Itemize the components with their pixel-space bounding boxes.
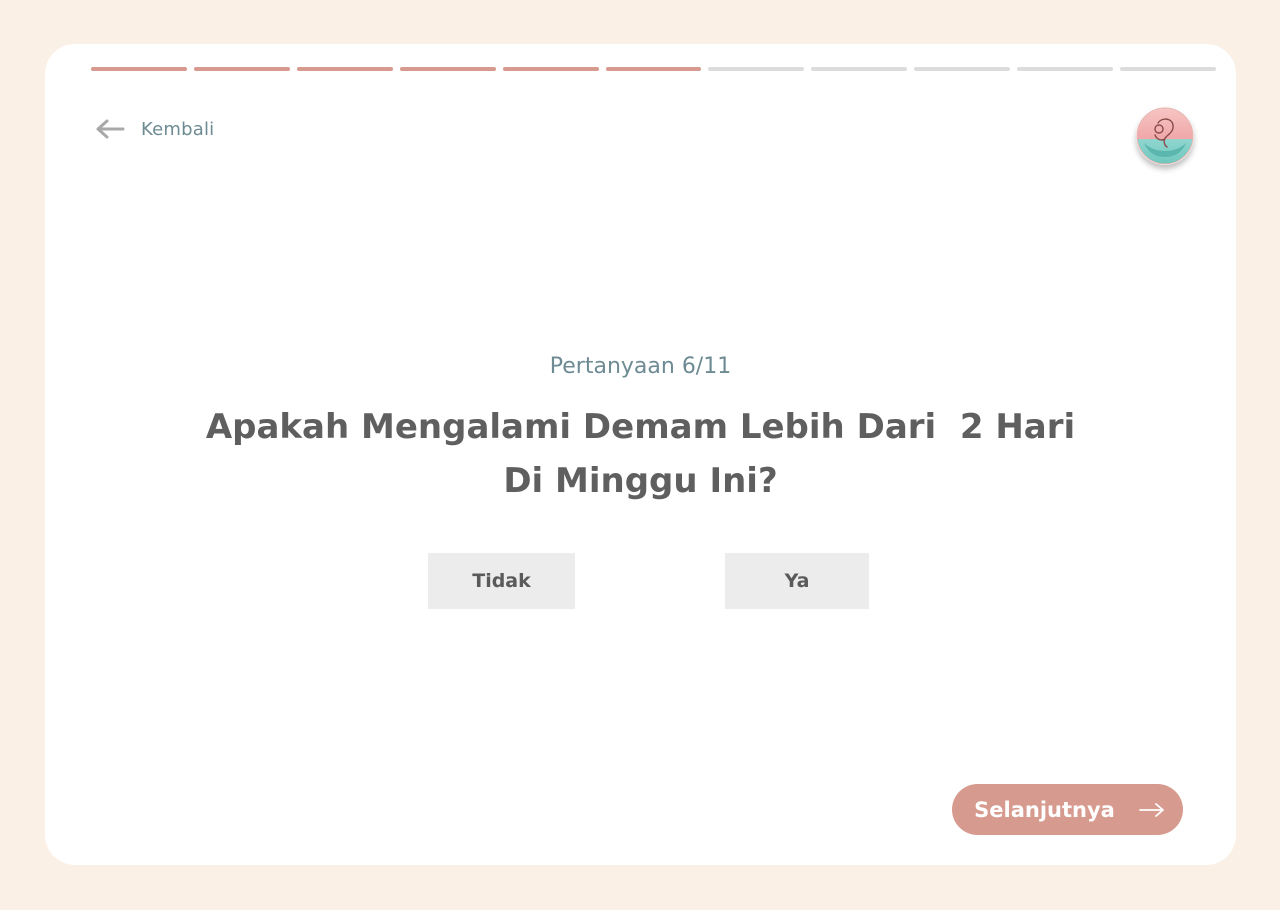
progress-segment bbox=[914, 67, 1011, 71]
progress-segment bbox=[605, 67, 702, 71]
arrow-left-icon bbox=[95, 118, 125, 140]
back-button[interactable]: Kembali bbox=[95, 118, 214, 140]
back-label: Kembali bbox=[141, 118, 215, 140]
progress-segment bbox=[811, 67, 908, 71]
option-no-button[interactable]: Tidak bbox=[428, 553, 575, 609]
progress-segment bbox=[399, 67, 496, 71]
question-counter: Pertanyaan 6/11 bbox=[549, 354, 732, 379]
progress-segment bbox=[1017, 67, 1114, 71]
arrow-right-icon bbox=[1115, 802, 1165, 818]
progress-segment bbox=[296, 67, 393, 71]
progress-segment bbox=[193, 67, 290, 71]
progress-bar bbox=[91, 67, 1216, 72]
progress-segment bbox=[1120, 67, 1216, 71]
question-text: Apakah Mengalami Demam Lebih Dari 2 Hari… bbox=[205, 407, 1088, 501]
progress-segment bbox=[502, 67, 599, 71]
progress-segment bbox=[91, 67, 187, 71]
mother-baby-logo bbox=[1136, 107, 1194, 165]
next-button[interactable]: Selanjutnya bbox=[952, 784, 1183, 835]
option-yes-button[interactable]: Ya bbox=[725, 553, 869, 609]
progress-segment bbox=[708, 67, 805, 71]
next-label: Selanjutnya bbox=[974, 797, 1115, 822]
quiz-card: Kembali Pertanyaan 6/11 Apakah Mengalami… bbox=[45, 44, 1236, 865]
